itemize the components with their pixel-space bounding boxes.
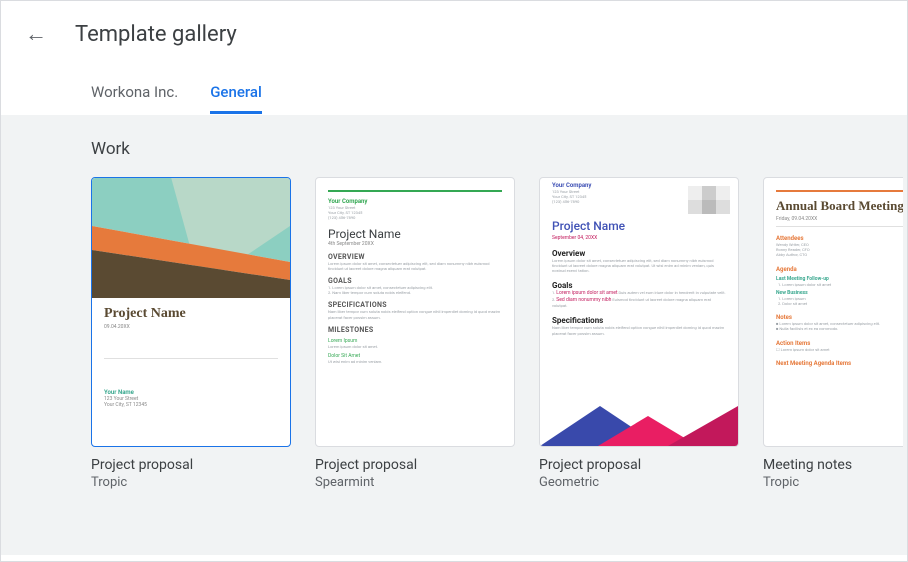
section-title: Work <box>91 139 907 159</box>
template-card: Project Name 09.04.20XX Your Name 123 Yo… <box>91 177 291 490</box>
tropic-art <box>92 178 290 298</box>
preview-project-name: Project Name <box>552 219 726 233</box>
preview-h-goals: GOALS <box>328 277 502 285</box>
template-card: Your Company 123 Your StreetYour City, S… <box>315 177 515 490</box>
geometric-squares-icon <box>688 186 730 214</box>
preview-h-notes: Notes <box>776 314 903 321</box>
content-area: Work Project Name 09.04.20XX Your Name 1… <box>1 115 907 555</box>
preview-date: September 04, 20XX <box>552 235 726 241</box>
page-title: Template gallery <box>75 22 237 47</box>
preview-date: Friday, 09.04.20XX <box>776 216 903 222</box>
template-card: Annual Board Meeting Friday, 09.04.20XX … <box>763 177 903 490</box>
tab-workona[interactable]: Workona Inc. <box>91 83 178 114</box>
preview-city: Your City, ST 12345 <box>104 402 278 408</box>
template-thumbnail-spearmint[interactable]: Your Company 123 Your StreetYour City, S… <box>315 177 515 447</box>
template-subtitle: Geometric <box>539 475 739 490</box>
preview-project-name: Project Name <box>328 227 502 241</box>
preview-h-action: Action Items <box>776 340 903 347</box>
preview-project-name: Project Name <box>104 306 278 322</box>
template-thumbnail-meeting-tropic[interactable]: Annual Board Meeting Friday, 09.04.20XX … <box>763 177 903 447</box>
template-thumbnail-tropic[interactable]: Project Name 09.04.20XX Your Name 123 Yo… <box>91 177 291 447</box>
preview-h-milestones: MILESTONES <box>328 326 502 334</box>
template-card: Your Company 123 Your StreetYour City, S… <box>539 177 739 490</box>
preview-date: 09.04.20XX <box>104 324 278 330</box>
template-thumbnail-geometric[interactable]: Your Company 123 Your StreetYour City, S… <box>539 177 739 447</box>
preview-company: Your Company <box>328 198 502 205</box>
tab-bar: Workona Inc. General <box>1 55 907 115</box>
preview-h-specs: SPECIFICATIONS <box>328 301 502 309</box>
template-title: Project proposal <box>91 457 291 473</box>
template-subtitle: Tropic <box>763 475 903 490</box>
template-title: Project proposal <box>539 457 739 473</box>
preview-heading: Annual Board Meeting <box>776 198 903 214</box>
template-title: Meeting notes <box>763 457 903 473</box>
template-subtitle: Tropic <box>91 475 291 490</box>
preview-h-overview: OVERVIEW <box>328 253 502 261</box>
back-arrow-icon[interactable]: ← <box>25 21 47 47</box>
geometric-triangles-icon <box>540 406 738 446</box>
preview-your-name: Your Name <box>104 389 278 396</box>
template-title: Project proposal <box>315 457 515 473</box>
preview-h-overview: Overview <box>552 249 726 258</box>
preview-h-attendees: Attendees <box>776 235 903 242</box>
tab-general[interactable]: General <box>210 83 262 114</box>
header: ← Template gallery <box>1 1 907 55</box>
preview-h-goals: Goals <box>552 281 726 290</box>
preview-h-agenda: Agenda <box>776 266 903 273</box>
template-subtitle: Spearmint <box>315 475 515 490</box>
preview-date: 4th September 20XX <box>328 241 502 247</box>
preview-h-specs: Specifications <box>552 316 726 325</box>
preview-h-next: Next Meeting Agenda Items <box>776 360 903 367</box>
template-grid: Project Name 09.04.20XX Your Name 123 Yo… <box>91 177 907 490</box>
